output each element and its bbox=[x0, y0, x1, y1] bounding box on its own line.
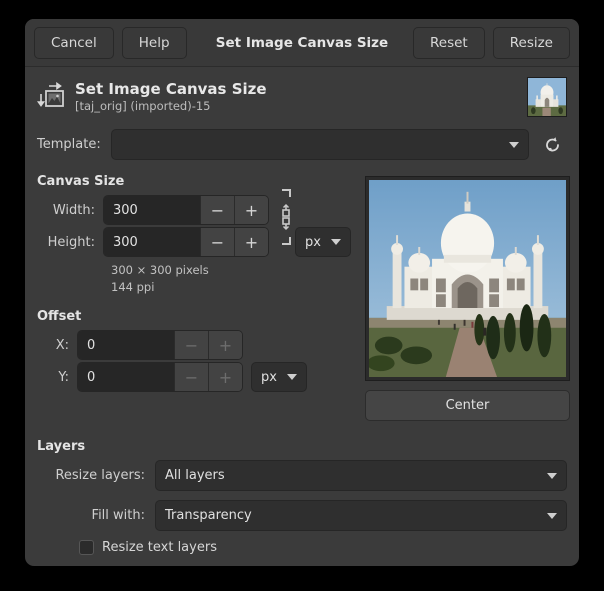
height-row: Height: 300 − + px bbox=[37, 227, 355, 257]
dialog-body: Template: Canvas Size Width: bbox=[25, 125, 579, 566]
canvas-size-section-title: Canvas Size bbox=[37, 174, 355, 189]
resize-text-layers-row[interactable]: Resize text layers bbox=[37, 540, 567, 555]
set-image-canvas-size-dialog: Cancel Help Set Image Canvas Size Reset … bbox=[25, 19, 579, 566]
chevron-down-icon bbox=[547, 513, 557, 519]
offset-x-increment-button: + bbox=[208, 331, 242, 359]
offset-x-spinner: 0 − + bbox=[77, 330, 243, 360]
fill-with-row: Fill with: Transparency bbox=[37, 500, 567, 531]
fill-with-dropdown[interactable]: Transparency bbox=[155, 500, 567, 531]
size-controls-column: Canvas Size Width: 300 − + bbox=[37, 174, 355, 421]
size-and-preview-area: Canvas Size Width: 300 − + bbox=[37, 174, 567, 421]
taj-mahal-preview bbox=[369, 180, 566, 377]
chevron-down-icon bbox=[509, 142, 519, 148]
template-dropdown[interactable] bbox=[111, 129, 529, 160]
height-increment-button[interactable]: + bbox=[234, 228, 268, 256]
offset-unit-value: px bbox=[261, 370, 277, 385]
template-label: Template: bbox=[37, 137, 111, 152]
offset-y-spinner: 0 − + bbox=[77, 362, 243, 392]
offset-x-row: X: 0 − + bbox=[37, 330, 355, 360]
resolution-text: 144 ppi bbox=[111, 279, 355, 296]
cancel-button[interactable]: Cancel bbox=[34, 27, 114, 59]
canvas-preview[interactable] bbox=[365, 176, 570, 381]
image-header-text: Set Image Canvas Size [taj_orig] (import… bbox=[75, 80, 527, 115]
height-label: Height: bbox=[37, 235, 103, 250]
titlebar-right-buttons: Reset Resize bbox=[413, 27, 570, 59]
height-input[interactable]: 300 bbox=[104, 228, 200, 256]
offset-y-decrement-button: − bbox=[174, 363, 208, 391]
chevron-down-icon bbox=[547, 473, 557, 479]
offset-x-decrement-button: − bbox=[174, 331, 208, 359]
reset-button[interactable]: Reset bbox=[413, 27, 485, 59]
image-header-subtitle: [taj_orig] (imported)-15 bbox=[75, 99, 527, 114]
titlebar-left-buttons: Cancel Help bbox=[34, 27, 187, 59]
width-input[interactable]: 300 bbox=[104, 196, 200, 224]
fill-with-label: Fill with: bbox=[37, 508, 155, 523]
offset-section-title: Offset bbox=[37, 309, 355, 324]
width-decrement-button[interactable]: − bbox=[200, 196, 234, 224]
width-increment-button[interactable]: + bbox=[234, 196, 268, 224]
canvas-unit-value: px bbox=[305, 235, 321, 250]
offset-y-label: Y: bbox=[37, 370, 77, 385]
resize-layers-dropdown[interactable]: All layers bbox=[155, 460, 567, 491]
height-decrement-button[interactable]: − bbox=[200, 228, 234, 256]
taj-mahal-thumbnail bbox=[527, 77, 567, 117]
image-header-title: Set Image Canvas Size bbox=[75, 80, 527, 99]
preview-column: Center bbox=[355, 174, 570, 421]
fill-with-value: Transparency bbox=[165, 508, 252, 523]
resize-text-layers-checkbox[interactable] bbox=[79, 540, 94, 555]
reset-arrow-icon bbox=[544, 136, 562, 154]
width-row: Width: 300 − + bbox=[37, 195, 355, 225]
resize-layers-value: All layers bbox=[165, 468, 225, 483]
canvas-size-info: 300 × 300 pixels 144 ppi bbox=[111, 262, 355, 295]
dialog-titlebar: Cancel Help Set Image Canvas Size Reset … bbox=[25, 19, 579, 67]
offset-y-increment-button: + bbox=[208, 363, 242, 391]
offset-x-label: X: bbox=[37, 338, 77, 353]
resize-button[interactable]: Resize bbox=[493, 27, 570, 59]
resize-image-icon bbox=[37, 82, 67, 112]
width-spinner: 300 − + bbox=[103, 195, 269, 225]
offset-y-input[interactable]: 0 bbox=[78, 363, 174, 391]
offset-unit-dropdown[interactable]: px bbox=[251, 362, 307, 392]
resize-layers-row: Resize layers: All layers bbox=[37, 460, 567, 491]
help-button[interactable]: Help bbox=[122, 27, 187, 59]
image-header: Set Image Canvas Size [taj_orig] (import… bbox=[25, 67, 579, 125]
aspect-ratio-chain-toggle[interactable] bbox=[275, 195, 297, 225]
chevron-down-icon bbox=[331, 239, 341, 245]
canvas-unit-dropdown[interactable]: px bbox=[295, 227, 351, 257]
layers-section: Layers Resize layers: All layers Fill wi… bbox=[37, 439, 567, 555]
layers-section-title: Layers bbox=[37, 439, 567, 454]
offset-y-row: Y: 0 − + px bbox=[37, 362, 355, 392]
broken-chain-icon bbox=[278, 186, 294, 248]
center-button[interactable]: Center bbox=[365, 390, 570, 421]
pixel-dimensions-text: 300 × 300 pixels bbox=[111, 262, 355, 279]
width-label: Width: bbox=[37, 203, 103, 218]
template-row: Template: bbox=[37, 129, 567, 160]
height-spinner: 300 − + bbox=[103, 227, 269, 257]
template-reset-button[interactable] bbox=[539, 131, 567, 159]
resize-layers-label: Resize layers: bbox=[37, 468, 155, 483]
resize-text-layers-label: Resize text layers bbox=[102, 540, 217, 555]
chevron-down-icon bbox=[287, 374, 297, 380]
offset-x-input[interactable]: 0 bbox=[78, 331, 174, 359]
